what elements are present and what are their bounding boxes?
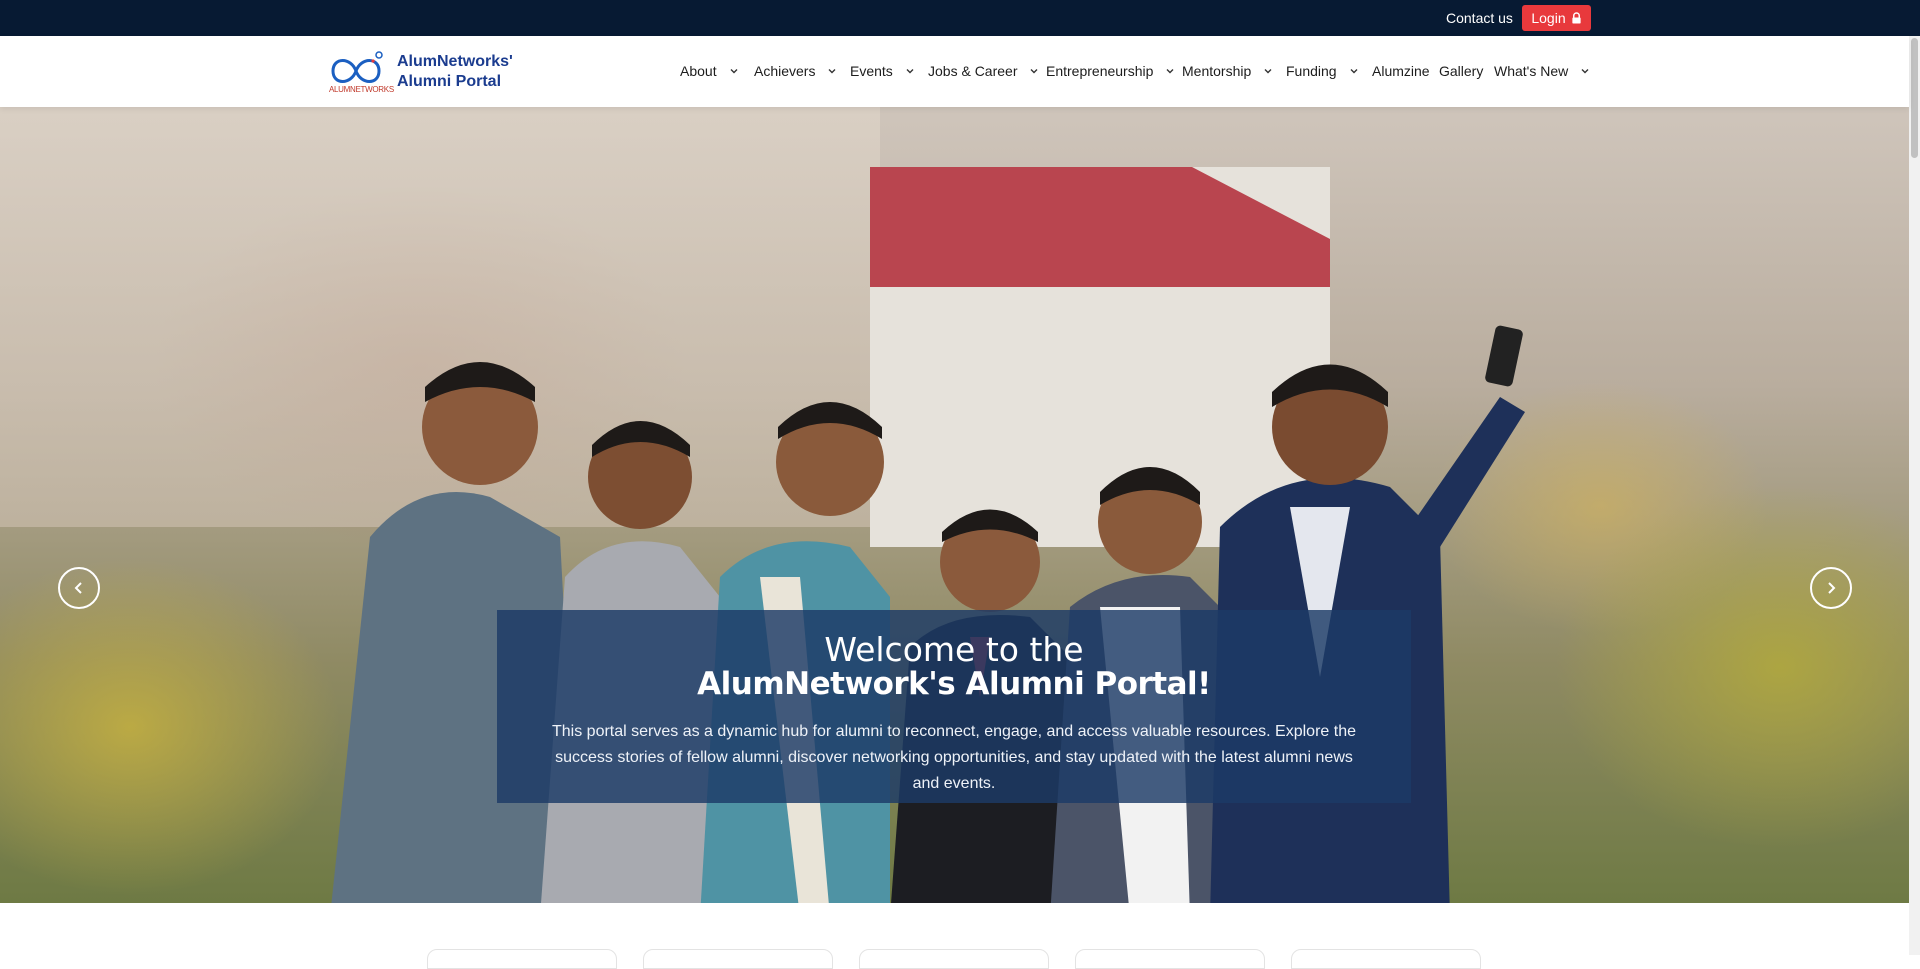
main-navigation: ALUMNETWORKS AlumNetworks' Alumni Portal… xyxy=(0,36,1909,107)
hero-group-photo xyxy=(331,325,1525,903)
chevron-down-icon xyxy=(1264,69,1272,74)
nav-item-label: Entrepreneurship xyxy=(1046,63,1154,79)
lock-icon xyxy=(1572,12,1581,24)
login-button[interactable]: Login xyxy=(1522,5,1591,31)
chevron-down-icon xyxy=(1581,69,1589,74)
feature-card[interactable] xyxy=(1291,949,1481,969)
nav-item-label: Alumzine xyxy=(1372,63,1430,79)
nav-item-entrepreneurship[interactable]: Entrepreneurship xyxy=(1046,63,1175,79)
feature-card[interactable] xyxy=(859,949,1049,969)
chevron-down-icon xyxy=(1166,69,1174,74)
chevron-down-icon xyxy=(730,69,738,74)
nav-item-label: Events xyxy=(850,63,893,79)
nav-item-label: What's New xyxy=(1494,63,1569,79)
chevron-down-icon xyxy=(1030,69,1038,74)
nav-item-label: Funding xyxy=(1286,63,1337,79)
nav-item-label: Mentorship xyxy=(1182,63,1252,79)
nav-item-label: Achievers xyxy=(754,63,816,79)
nav-item-whats-new[interactable]: What's New xyxy=(1494,63,1590,79)
nav-item-label: About xyxy=(680,63,717,79)
nav-item-funding[interactable]: Funding xyxy=(1286,63,1359,79)
feature-card[interactable] xyxy=(643,949,833,969)
contact-us-link[interactable]: Contact us xyxy=(1446,10,1513,26)
nav-menu: About Achievers Events Jobs & Career Ent… xyxy=(0,36,1909,107)
chevron-down-icon xyxy=(828,69,836,74)
feature-card[interactable] xyxy=(427,949,617,969)
carousel-prev-button[interactable] xyxy=(58,567,100,609)
hero-carousel: Welcome to the AlumNetwork's Alumni Port… xyxy=(0,107,1909,903)
feature-cards-strip xyxy=(0,903,1909,969)
login-label: Login xyxy=(1531,10,1566,26)
nav-item-about[interactable]: About xyxy=(680,63,739,79)
nav-item-achievers[interactable]: Achievers xyxy=(754,63,837,79)
carousel-next-button[interactable] xyxy=(1810,567,1852,609)
scrollbar-thumb[interactable] xyxy=(1911,38,1918,158)
chevron-left-icon xyxy=(74,582,82,594)
nav-item-gallery[interactable]: Gallery xyxy=(1439,63,1483,79)
nav-item-label: Gallery xyxy=(1439,63,1484,79)
nav-item-jobs-career[interactable]: Jobs & Career xyxy=(928,63,1039,79)
hero-title-line1: Welcome to the xyxy=(824,630,1084,669)
hero-caption: Welcome to the AlumNetwork's Alumni Port… xyxy=(497,610,1411,803)
page-scrollbar[interactable] xyxy=(1909,36,1920,955)
nav-item-events[interactable]: Events xyxy=(850,63,915,79)
chevron-down-icon xyxy=(1350,69,1358,74)
top-utility-bar: Contact us Login xyxy=(0,0,1920,36)
nav-item-alumzine[interactable]: Alumzine xyxy=(1372,63,1430,79)
hero-title-line2: AlumNetwork's Alumni Portal! xyxy=(697,666,1211,702)
feature-card[interactable] xyxy=(1075,949,1265,969)
hero-description: This portal serves as a dynamic hub for … xyxy=(552,723,1356,792)
nav-item-mentorship[interactable]: Mentorship xyxy=(1182,63,1273,79)
chevron-right-icon xyxy=(1828,582,1836,594)
nav-item-label: Jobs & Career xyxy=(928,63,1018,79)
chevron-down-icon xyxy=(906,69,914,74)
